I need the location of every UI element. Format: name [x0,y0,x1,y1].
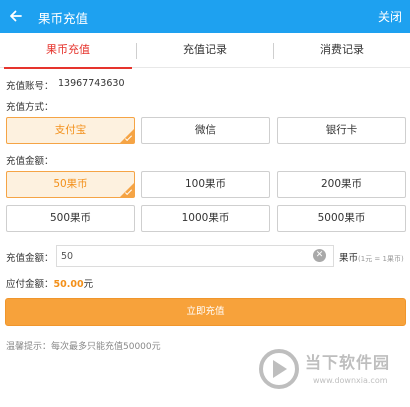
account-value: 13967743630 [58,78,125,89]
close-button[interactable]: 关闭 [378,8,402,25]
recharge-now-button[interactable]: 立即充值 [5,298,406,326]
tab-divider [136,43,137,59]
pay-option-alipay[interactable]: 支付宝 [6,117,135,144]
amount-option-100[interactable]: 100果币 [141,171,270,198]
tab-divider [273,43,274,59]
amount-options-label: 充值金额： [6,156,54,167]
watermark-logo: 当下软件园 www.downxia.com [257,343,407,395]
amount-unit: 果币(1元 = 1果币) [339,250,404,264]
payable-label: 应付金额： [6,279,54,290]
amount-option-200[interactable]: 200果币 [277,171,406,198]
page-title: 果币充值 [38,11,89,26]
clear-icon[interactable]: ✕ [313,249,326,262]
watermark-url: www.downxia.com [313,376,388,385]
pay-option-wechat[interactable]: 微信 [141,117,270,144]
tab-spending-records[interactable]: 消费记录 [274,33,410,68]
payable-amount: 应付金额：50.00元 [6,276,93,290]
payable-currency: 元 [83,279,94,290]
amount-option-500[interactable]: 500果币 [6,205,135,232]
tab-recharge[interactable]: 果币充值 [0,33,136,69]
amount-input-label: 充值金额： [6,253,54,264]
pay-option-bank-card[interactable]: 银行卡 [277,117,406,144]
tab-recharge-records[interactable]: 充值记录 [137,33,273,68]
amount-option-1000[interactable]: 1000果币 [141,205,270,232]
account-label: 充值账号： [6,81,54,92]
amount-option-5000[interactable]: 5000果币 [277,205,406,232]
tip-text: 温馨提示：每次最多只能充值50000元 [6,342,161,352]
tab-bar: 果币充值 充值记录 消费记录 [0,33,410,69]
exchange-rate-note: (1元 = 1果币) [358,255,404,263]
watermark-text: 当下软件园 [305,353,391,372]
amount-option-50[interactable]: 50果币 [6,171,135,198]
title-bar: 果币充值 关闭 [0,0,410,33]
back-arrow-icon[interactable] [9,9,23,23]
watermark-logo-icon [259,349,299,389]
pay-method-label: 充值方式： [6,102,54,113]
amount-input[interactable] [56,245,334,267]
unit-label: 果币 [339,253,359,264]
payable-value: 50.00 [53,279,84,290]
